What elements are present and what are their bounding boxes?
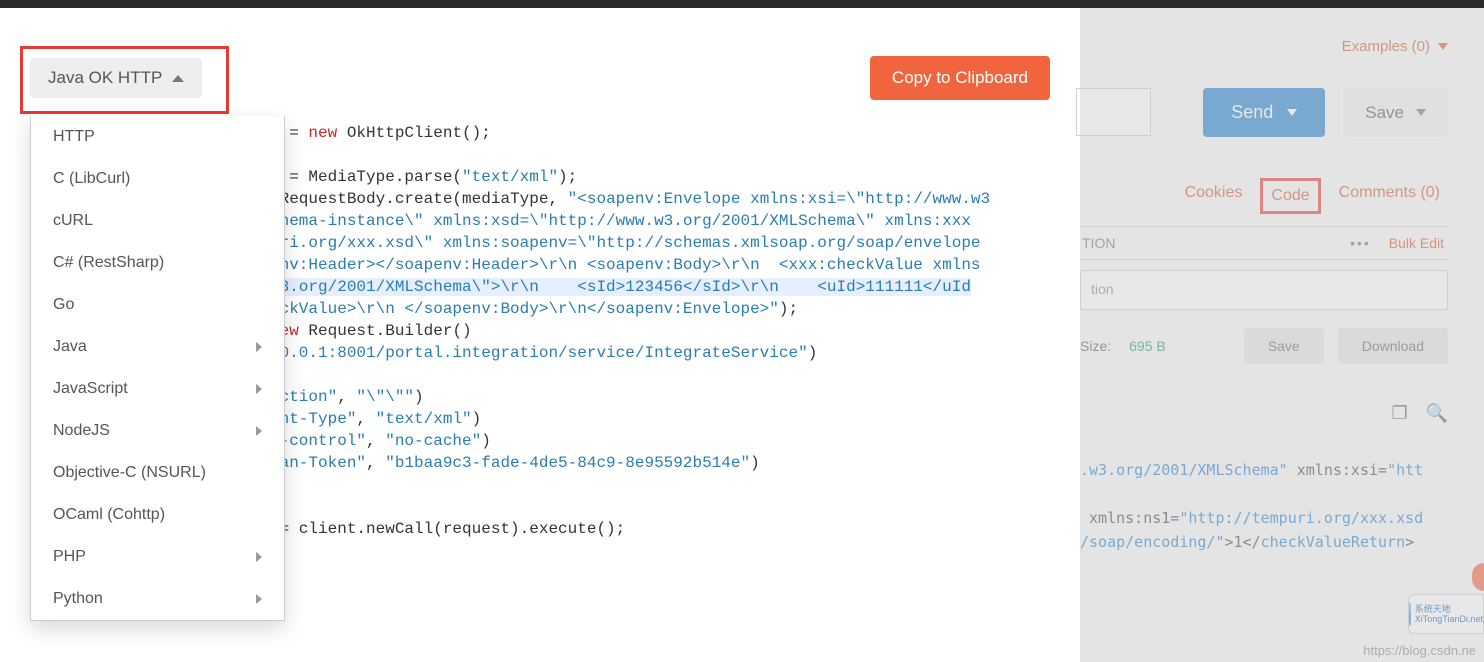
send-button[interactable]: Send — [1203, 88, 1325, 137]
size-label: Size: — [1080, 338, 1111, 354]
size-value: 695 B — [1129, 338, 1166, 354]
triangle-down-icon — [1287, 109, 1297, 116]
lang-item-csharp-restsharp[interactable]: C# (RestSharp) — [31, 242, 284, 284]
lang-item-go[interactable]: Go — [31, 284, 284, 326]
response-body[interactable]: .w3.org/2001/XMLSchema" xmlns:xsi="htt x… — [1080, 458, 1448, 554]
lang-item-c-libcurl[interactable]: C (LibCurl) — [31, 158, 284, 200]
lang-item-curl[interactable]: cURL — [31, 200, 284, 242]
triangle-down-icon — [1438, 43, 1448, 50]
side-tab-icon[interactable] — [1472, 563, 1484, 591]
params-header-bar: TION ••• Bulk Edit — [1080, 226, 1448, 260]
language-menu: HTTP C (LibCurl) cURL C# (RestSharp) Go … — [30, 116, 285, 621]
code-link[interactable]: Code — [1260, 178, 1320, 214]
footer-url: https://blog.csdn.ne — [1363, 643, 1476, 658]
window-top-bar — [0, 0, 1484, 8]
comments-link[interactable]: Comments (0) — [1331, 178, 1448, 214]
description-input[interactable]: tion — [1080, 270, 1448, 310]
language-dropdown-label: Java OK HTTP — [48, 68, 162, 88]
copy-to-clipboard-button[interactable]: Copy to Clipboard — [870, 56, 1050, 100]
chevron-right-icon — [256, 342, 262, 352]
lang-item-nodejs[interactable]: NodeJS — [31, 410, 284, 452]
chevron-right-icon — [256, 552, 262, 562]
language-dropdown[interactable]: Java OK HTTP — [30, 58, 202, 98]
response-download-button[interactable]: Download — [1338, 328, 1448, 364]
save-button[interactable]: Save — [1343, 88, 1448, 137]
bulk-edit-link[interactable]: Bulk Edit — [1389, 235, 1444, 251]
chevron-right-icon — [256, 426, 262, 436]
examples-dropdown[interactable]: Examples (0) — [1342, 38, 1448, 55]
cookies-link[interactable]: Cookies — [1177, 178, 1251, 214]
globe-icon — [1409, 602, 1411, 626]
code-snippet[interactable]: t = new OkHttpClient(); e = MediaType.pa… — [270, 122, 1060, 642]
lang-item-http[interactable]: HTTP — [31, 116, 284, 158]
triangle-down-icon — [1416, 109, 1426, 116]
url-input-fragment[interactable] — [1076, 88, 1151, 136]
lang-item-java[interactable]: Java — [31, 326, 284, 368]
more-menu-icon[interactable]: ••• — [1350, 235, 1371, 251]
background-request-pane: Examples (0) Send Save Cookies Code Comm… — [1080, 8, 1484, 662]
copy-icon[interactable]: ❐ — [1391, 403, 1407, 424]
chevron-right-icon — [256, 594, 262, 604]
lang-item-objc-nsurl[interactable]: Objective-C (NSURL) — [31, 452, 284, 494]
lang-item-javascript[interactable]: JavaScript — [31, 368, 284, 410]
lang-item-ocaml-cohttp[interactable]: OCaml (Cohttp) — [31, 494, 284, 536]
lang-item-python[interactable]: Python — [31, 578, 284, 620]
caret-up-icon — [172, 75, 184, 82]
search-icon[interactable]: 🔍 — [1426, 403, 1448, 424]
lang-item-php[interactable]: PHP — [31, 536, 284, 578]
section-label-fragment: TION — [1080, 235, 1115, 251]
watermark-logo: 系统天地 XiTongTianDi.net — [1408, 594, 1484, 634]
chevron-right-icon — [256, 384, 262, 394]
code-snippet-pane: Java OK HTTP Copy to Clipboard HTTP C (L… — [0, 8, 1080, 662]
response-save-button[interactable]: Save — [1244, 328, 1324, 364]
